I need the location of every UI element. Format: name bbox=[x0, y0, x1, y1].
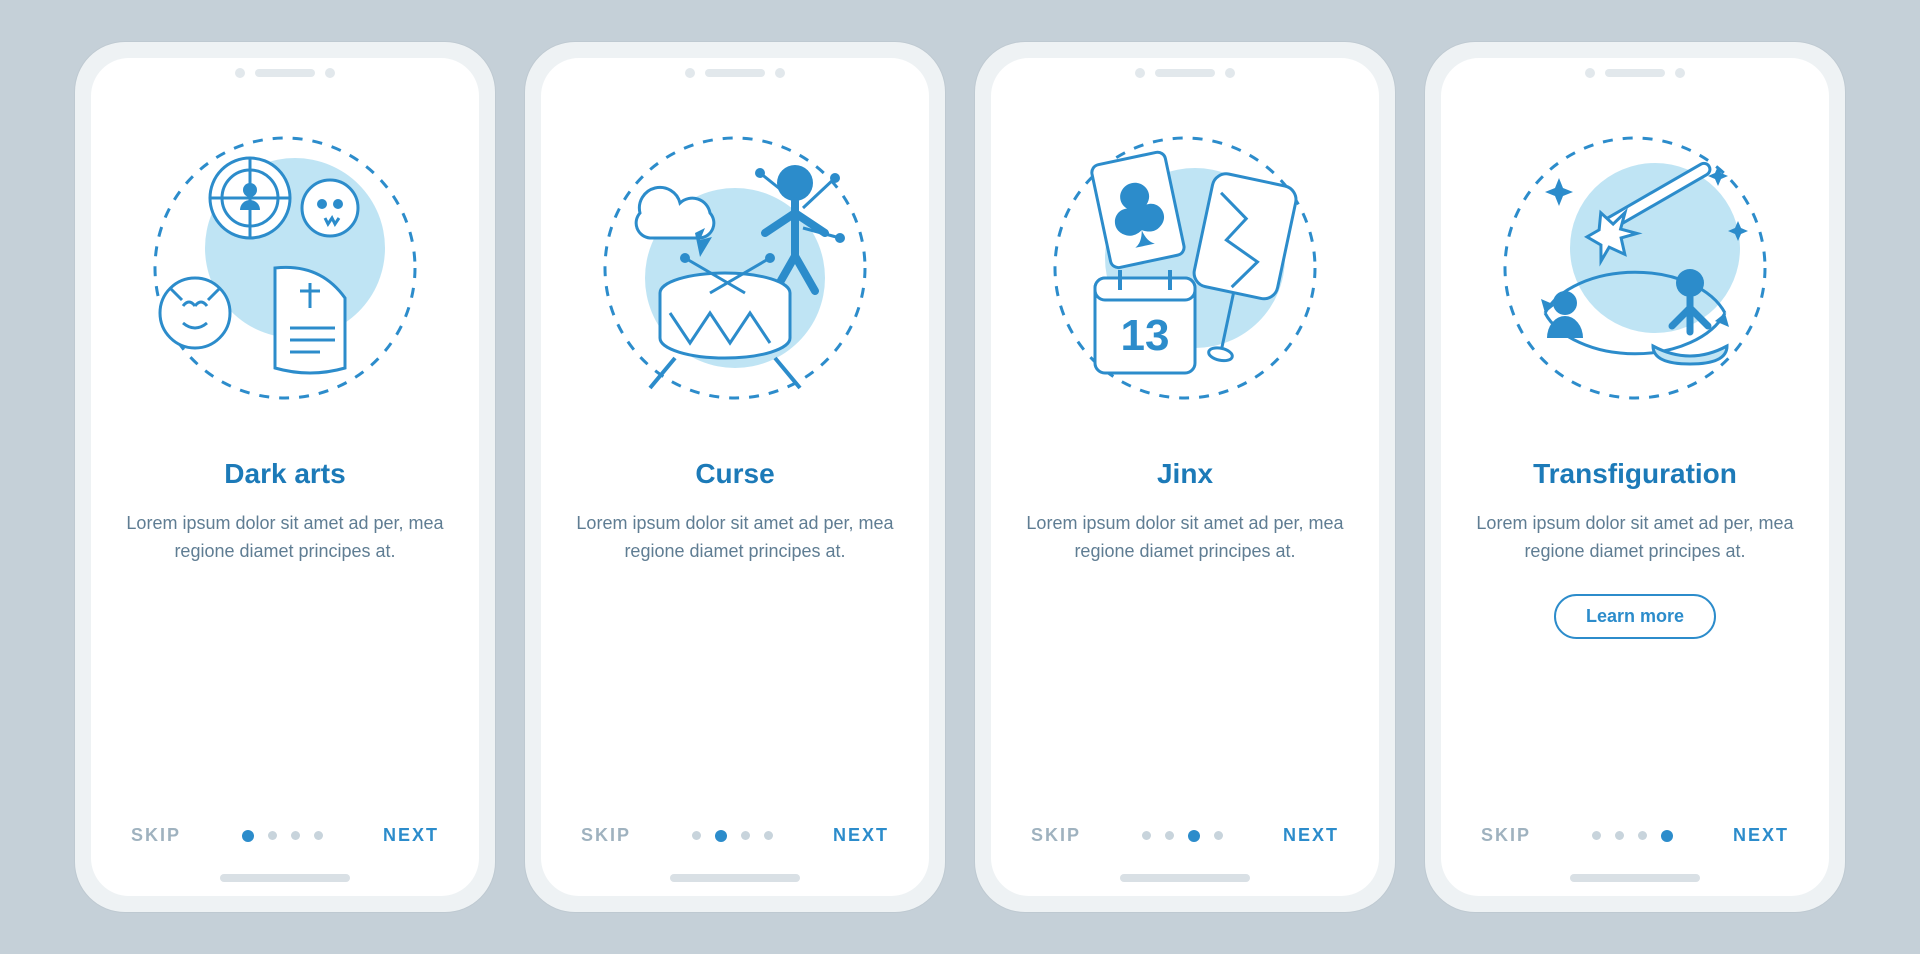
pagination-dots bbox=[1592, 830, 1673, 842]
onboarding-nav: SKIP NEXT bbox=[91, 825, 479, 846]
dot-1[interactable] bbox=[692, 831, 701, 840]
camera-dot bbox=[1135, 68, 1145, 78]
dot-4[interactable] bbox=[314, 831, 323, 840]
camera-dot bbox=[685, 68, 695, 78]
sensor-dot bbox=[1675, 68, 1685, 78]
dot-2[interactable] bbox=[268, 831, 277, 840]
dot-3[interactable] bbox=[1638, 831, 1647, 840]
screen-title: Jinx bbox=[1157, 458, 1213, 490]
dot-4[interactable] bbox=[764, 831, 773, 840]
learn-more-button[interactable]: Learn more bbox=[1554, 594, 1716, 639]
onboarding-nav: SKIP NEXT bbox=[541, 825, 929, 846]
onboarding-nav: SKIP NEXT bbox=[1441, 825, 1829, 846]
pagination-dots bbox=[242, 830, 323, 842]
dot-2[interactable] bbox=[1615, 831, 1624, 840]
phone-notch bbox=[1585, 68, 1685, 78]
onboarding-screen-dark-arts: Dark arts Lorem ipsum dolor sit amet ad … bbox=[91, 58, 479, 896]
phone-frame: 13 Jinx Lorem ipsum dolor sit amet ad pe… bbox=[975, 42, 1395, 912]
speaker-slot bbox=[1155, 69, 1215, 77]
screen-title: Dark arts bbox=[224, 458, 345, 490]
next-button[interactable]: NEXT bbox=[1733, 825, 1789, 846]
home-indicator bbox=[1120, 874, 1250, 882]
dot-1[interactable] bbox=[1592, 831, 1601, 840]
next-button[interactable]: NEXT bbox=[833, 825, 889, 846]
onboarding-nav: SKIP NEXT bbox=[991, 825, 1379, 846]
home-indicator bbox=[220, 874, 350, 882]
onboarding-row: Dark arts Lorem ipsum dolor sit amet ad … bbox=[35, 2, 1885, 952]
screen-title: Curse bbox=[695, 458, 774, 490]
sensor-dot bbox=[775, 68, 785, 78]
screen-description: Lorem ipsum dolor sit amet ad per, mea r… bbox=[575, 510, 895, 566]
phone-notch bbox=[685, 68, 785, 78]
onboarding-screen-jinx: 13 Jinx Lorem ipsum dolor sit amet ad pe… bbox=[991, 58, 1379, 896]
speaker-slot bbox=[255, 69, 315, 77]
next-button[interactable]: NEXT bbox=[383, 825, 439, 846]
pagination-dots bbox=[1142, 830, 1223, 842]
next-button[interactable]: NEXT bbox=[1283, 825, 1339, 846]
phone-frame: Curse Lorem ipsum dolor sit amet ad per,… bbox=[525, 42, 945, 912]
phone-frame: Transfiguration Lorem ipsum dolor sit am… bbox=[1425, 42, 1845, 912]
skip-button[interactable]: SKIP bbox=[131, 825, 181, 846]
dot-1[interactable] bbox=[1142, 831, 1151, 840]
skip-button[interactable]: SKIP bbox=[1031, 825, 1081, 846]
dark-arts-icon bbox=[135, 118, 435, 418]
transfiguration-icon bbox=[1485, 118, 1785, 418]
camera-dot bbox=[1585, 68, 1595, 78]
phone-notch bbox=[1135, 68, 1235, 78]
phone-frame: Dark arts Lorem ipsum dolor sit amet ad … bbox=[75, 42, 495, 912]
dot-3[interactable] bbox=[741, 831, 750, 840]
calendar-number: 13 bbox=[1121, 311, 1170, 360]
home-indicator bbox=[670, 874, 800, 882]
skip-button[interactable]: SKIP bbox=[1481, 825, 1531, 846]
skip-button[interactable]: SKIP bbox=[581, 825, 631, 846]
screen-title: Transfiguration bbox=[1533, 458, 1737, 490]
dot-3[interactable] bbox=[291, 831, 300, 840]
speaker-slot bbox=[1605, 69, 1665, 77]
dot-3[interactable] bbox=[1188, 830, 1200, 842]
home-indicator bbox=[1570, 874, 1700, 882]
dot-4[interactable] bbox=[1214, 831, 1223, 840]
screen-description: Lorem ipsum dolor sit amet ad per, mea r… bbox=[1475, 510, 1795, 566]
dot-2[interactable] bbox=[715, 830, 727, 842]
dot-2[interactable] bbox=[1165, 831, 1174, 840]
pagination-dots bbox=[692, 830, 773, 842]
onboarding-screen-transfiguration: Transfiguration Lorem ipsum dolor sit am… bbox=[1441, 58, 1829, 896]
dot-4[interactable] bbox=[1661, 830, 1673, 842]
onboarding-screen-curse: Curse Lorem ipsum dolor sit amet ad per,… bbox=[541, 58, 929, 896]
dot-1[interactable] bbox=[242, 830, 254, 842]
screen-description: Lorem ipsum dolor sit amet ad per, mea r… bbox=[125, 510, 445, 566]
sensor-dot bbox=[1225, 68, 1235, 78]
curse-icon bbox=[585, 118, 885, 418]
camera-dot bbox=[235, 68, 245, 78]
sensor-dot bbox=[325, 68, 335, 78]
screen-description: Lorem ipsum dolor sit amet ad per, mea r… bbox=[1025, 510, 1345, 566]
jinx-icon: 13 bbox=[1035, 118, 1335, 418]
phone-notch bbox=[235, 68, 335, 78]
speaker-slot bbox=[705, 69, 765, 77]
